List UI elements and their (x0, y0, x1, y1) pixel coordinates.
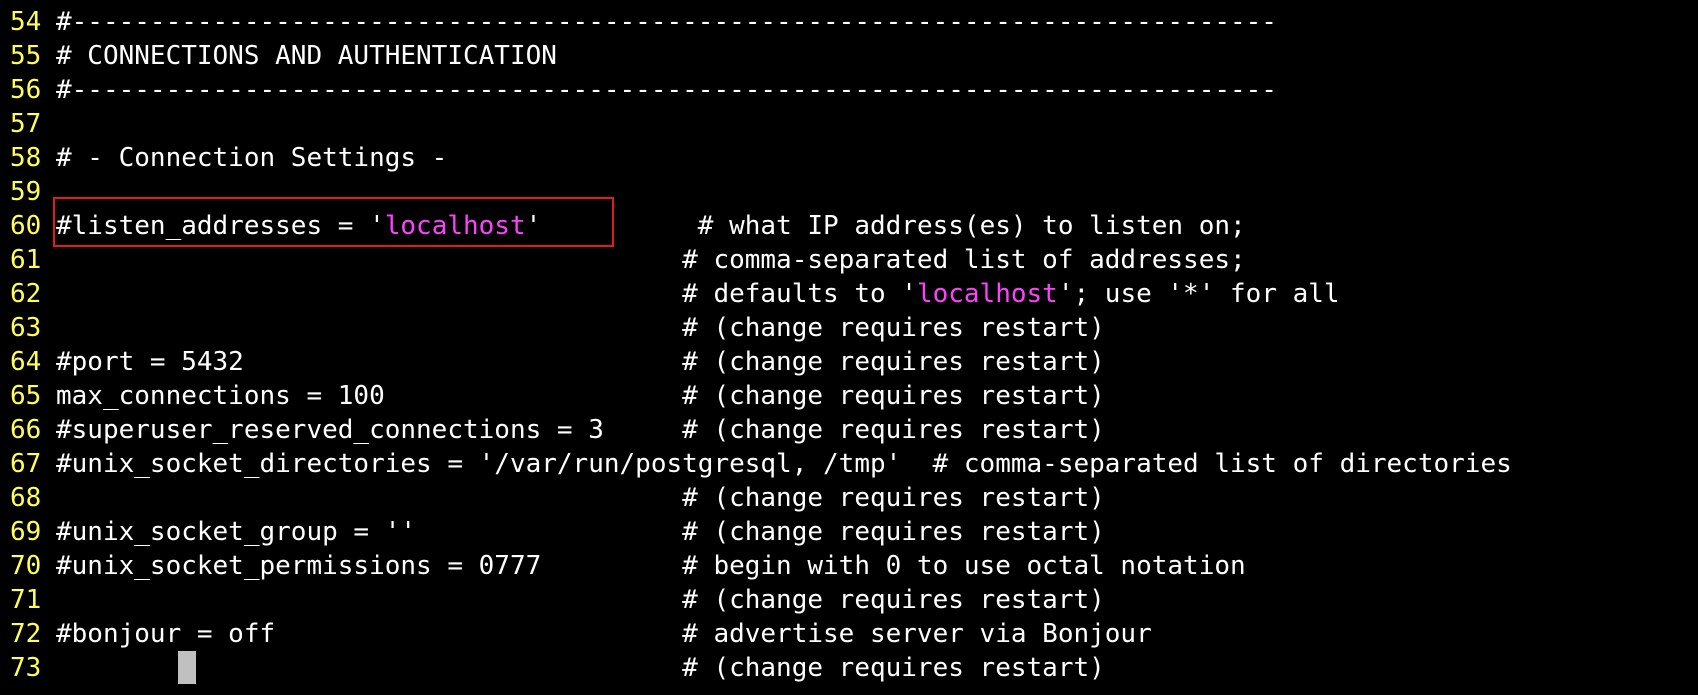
code-line-63: 63 # (change requires restart) (0, 311, 1698, 345)
code-line-54: 54 #-------------------------------------… (0, 5, 1698, 39)
code-line-59: 59 (0, 175, 1698, 209)
code-line-73: 73 # (change requires restart) (0, 651, 1698, 685)
line-number: 72 (10, 619, 42, 649)
line-number: 55 (10, 41, 42, 71)
line-text: # (change requires restart) (56, 313, 1105, 343)
line-number: 65 (10, 381, 42, 411)
line-text: ' # what IP address(es) to listen on; (525, 211, 1246, 241)
line-text: #unix_socket_permissions = 0777 # begin … (56, 551, 1246, 581)
line-text: # (change requires restart) (56, 483, 1105, 513)
line-number: 63 (10, 313, 42, 343)
line-text: '; use '*' for all (1057, 279, 1340, 309)
line-number: 60 (10, 211, 42, 241)
code-line-61: 61 # comma-separated list of addresses; (0, 243, 1698, 277)
line-text: #unix_socket_group = '' # (change requir… (56, 517, 1105, 547)
string-literal: localhost (916, 279, 1058, 309)
line-number: 54 (10, 7, 42, 37)
line-number: 66 (10, 415, 42, 445)
line-text: #bonjour = off # advertise server via Bo… (56, 619, 1152, 649)
line-text: # comma-separated list of addresses; (56, 245, 1246, 275)
line-text: # defaults to ' (56, 279, 917, 309)
line-number: 57 (10, 109, 42, 139)
text-cursor (178, 651, 196, 684)
line-text: #port = 5432 # (change requires restart) (56, 347, 1105, 377)
line-text: #unix_socket_directories = '/var/run/pos… (56, 449, 1512, 479)
line-text: max_connections = 100 # (change requires… (56, 381, 1105, 411)
string-literal: localhost (384, 211, 526, 241)
code-line-64: 64 #port = 5432 # (change requires restar… (0, 345, 1698, 379)
line-text: #---------------------------------------… (56, 7, 1277, 37)
line-text: #superuser_reserved_connections = 3 # (c… (56, 415, 1105, 445)
code-line-60: 60 #listen_addresses = 'localhost' # what… (0, 209, 1698, 243)
line-number: 71 (10, 585, 42, 615)
line-text: # CONNECTIONS AND AUTHENTICATION (56, 41, 557, 71)
code-line-72: 72 #bonjour = off # advertise server via … (0, 617, 1698, 651)
line-number: 59 (10, 177, 42, 207)
code-line-70: 70 #unix_socket_permissions = 0777 # begi… (0, 549, 1698, 583)
line-number: 58 (10, 143, 42, 173)
code-line-71: 71 # (change requires restart) (0, 583, 1698, 617)
code-line-62: 62 # defaults to 'localhost'; use '*' fo… (0, 277, 1698, 311)
line-text: #listen_addresses = ' (56, 211, 385, 241)
code-line-68: 68 # (change requires restart) (0, 481, 1698, 515)
line-number: 70 (10, 551, 42, 581)
line-number: 56 (10, 75, 42, 105)
line-number: 67 (10, 449, 42, 479)
line-number: 73 (10, 653, 42, 683)
code-line-56: 56 #-------------------------------------… (0, 73, 1698, 107)
code-line-55: 55 # CONNECTIONS AND AUTHENTICATION (0, 39, 1698, 73)
code-line-58: 58 # - Connection Settings - (0, 141, 1698, 175)
line-number: 61 (10, 245, 42, 275)
line-number: 68 (10, 483, 42, 513)
code-line-57: 57 (0, 107, 1698, 141)
line-text: # - Connection Settings - (56, 143, 448, 173)
line-number: 64 (10, 347, 42, 377)
line-text: # (change requires restart) (56, 653, 1105, 683)
line-text: #---------------------------------------… (56, 75, 1277, 105)
line-number: 62 (10, 279, 42, 309)
line-number: 69 (10, 517, 42, 547)
line-text: # (change requires restart) (56, 585, 1105, 615)
code-line-67: 67 #unix_socket_directories = '/var/run/p… (0, 447, 1698, 481)
code-line-65: 65 max_connections = 100 # (change requir… (0, 379, 1698, 413)
code-line-69: 69 #unix_socket_group = '' # (change requ… (0, 515, 1698, 549)
code-line-66: 66 #superuser_reserved_connections = 3 # … (0, 413, 1698, 447)
terminal-editor[interactable]: 54 #-------------------------------------… (0, 0, 1698, 695)
